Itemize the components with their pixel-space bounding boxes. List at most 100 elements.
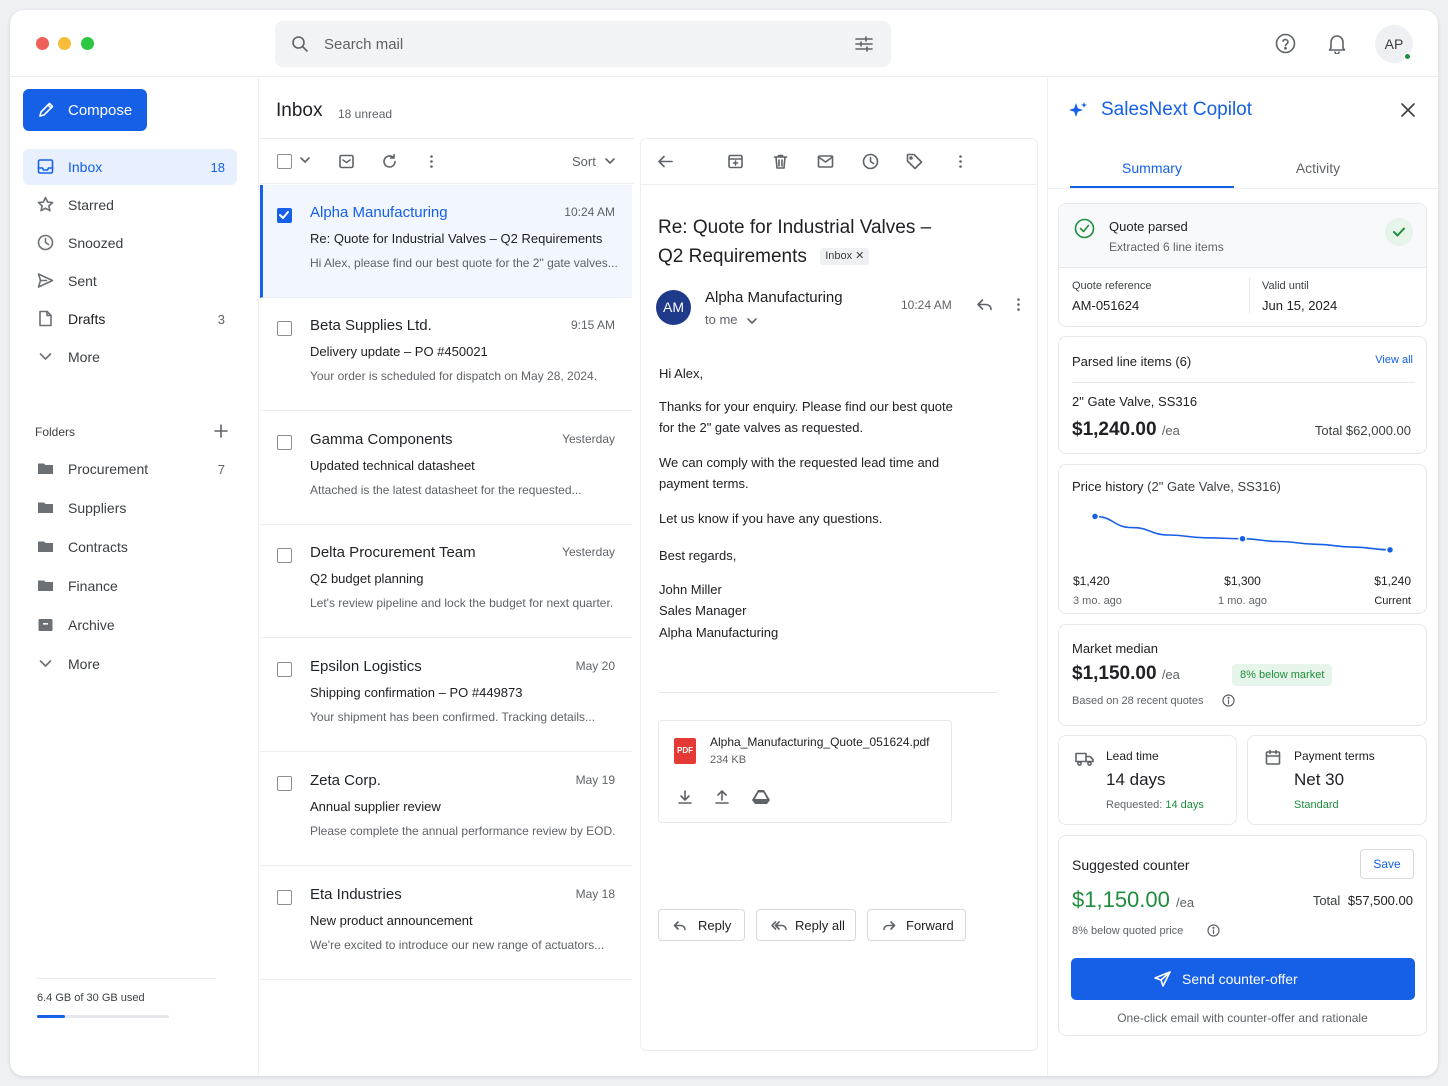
minimize-window-button[interactable] [58, 37, 71, 50]
folder-archive[interactable]: Archive [23, 607, 237, 643]
tab-activity[interactable]: Activity [1236, 150, 1400, 188]
row-checkbox[interactable] [277, 548, 292, 563]
reply-arrow-icon[interactable] [976, 296, 993, 313]
more-vertical-icon[interactable] [1010, 296, 1027, 313]
row-checkbox[interactable] [277, 208, 292, 223]
add-folder-icon[interactable] [214, 424, 228, 438]
upload-icon[interactable] [714, 789, 730, 805]
archive-icon[interactable] [727, 153, 744, 170]
reply-all-button[interactable]: Reply all [756, 909, 856, 941]
sidebar-item-drafts[interactable]: Drafts 3 [23, 301, 237, 337]
remove-label-icon[interactable]: ✕ [855, 250, 864, 262]
select-all-checkbox[interactable] [277, 154, 292, 169]
list-item[interactable]: Alpha Manufacturing 10:24 AM Re: Quote f… [260, 185, 632, 298]
folder-procurement[interactable]: Procurement 7 [23, 451, 237, 487]
list-item[interactable]: Gamma Components Yesterday Updated techn… [260, 412, 632, 525]
sidebar-item-starred[interactable]: Starred [23, 187, 237, 223]
mail-icon[interactable] [817, 153, 834, 170]
info-icon[interactable] [1207, 924, 1220, 937]
list-item[interactable]: Epsilon Logistics May 20 Shipping confir… [260, 639, 632, 752]
help-icon[interactable] [1275, 33, 1296, 54]
compose-button[interactable]: Compose [23, 89, 147, 131]
chevron-down-icon[interactable] [298, 153, 312, 167]
price-point[interactable] [1238, 534, 1247, 543]
market-price-value: $1,150.00 [1072, 663, 1157, 684]
price-point[interactable] [1090, 512, 1100, 521]
status-header [1059, 204, 1426, 268]
market-median-card: Market median $1,150.00 /ea 8% below mar… [1058, 624, 1427, 726]
close-window-button[interactable] [36, 37, 49, 50]
message-subject: Delivery update – PO #450021 [310, 344, 488, 359]
reply-button[interactable]: Reply [658, 909, 745, 941]
divider [641, 184, 1037, 185]
forward-button[interactable]: Forward [867, 909, 966, 941]
maximize-window-button[interactable] [81, 37, 94, 50]
price-point-label: $1,240 [1374, 574, 1411, 588]
folder-finance[interactable]: Finance [23, 568, 237, 604]
row-checkbox[interactable] [277, 890, 292, 905]
tab-summary[interactable]: Summary [1070, 150, 1234, 188]
compose-label: Compose [68, 102, 133, 119]
valid-until-value: Jun 15, 2024 [1262, 298, 1338, 313]
tag-icon[interactable] [906, 153, 923, 170]
message-sender: Zeta Corp. [310, 772, 381, 789]
row-checkbox[interactable] [277, 662, 292, 677]
close-icon[interactable] [1400, 102, 1416, 118]
bell-icon[interactable] [1327, 33, 1347, 54]
email-subject-line-2-text: Q2 Requirements [658, 246, 807, 267]
storage-bar-fill [37, 1015, 66, 1018]
sidebar-item-inbox[interactable]: Inbox 18 [23, 149, 237, 185]
parsed-items-title: Parsed line items (6) [1072, 354, 1192, 369]
star-icon [37, 196, 54, 213]
snooze-clock-icon[interactable] [862, 153, 879, 170]
send-counter-offer-button[interactable]: Send counter-offer [1071, 958, 1415, 1000]
chevron-down-icon[interactable] [746, 315, 758, 327]
view-all-link[interactable]: View all [1375, 354, 1413, 366]
row-checkbox[interactable] [277, 776, 292, 791]
download-icon[interactable] [677, 789, 693, 805]
sort-label: Sort [572, 154, 596, 169]
reply-label: Reply [698, 918, 732, 933]
folder-contracts[interactable]: Contracts [23, 529, 237, 565]
recipient-toggle[interactable]: to me [705, 312, 738, 327]
folders-more[interactable]: More [23, 646, 237, 682]
price-point[interactable] [1385, 545, 1395, 555]
counter-total: Total $57,500.00 [1313, 893, 1413, 908]
archive-box-icon [37, 616, 54, 633]
row-checkbox[interactable] [277, 435, 292, 450]
price-point-label: $1,420 [1073, 574, 1110, 588]
folder-suppliers[interactable]: Suppliers [23, 490, 237, 526]
list-item[interactable]: Zeta Corp. May 19 Annual supplier review… [260, 753, 632, 866]
sidebar-item-sent[interactable]: Sent [23, 263, 237, 299]
back-arrow-icon[interactable] [657, 153, 674, 170]
chevron-down-icon [37, 655, 54, 672]
quote-reference-value: AM-051624 [1072, 298, 1140, 313]
list-item[interactable]: Eta Industries May 18 New product announ… [260, 867, 632, 980]
forward-label: Forward [906, 918, 954, 933]
price-point-label: $1,300 [1224, 574, 1261, 588]
filter-sliders-icon[interactable] [855, 35, 873, 53]
mark-read-icon[interactable] [338, 153, 355, 170]
list-item[interactable]: Beta Supplies Ltd. 9:15 AM Delivery upda… [260, 298, 632, 411]
lead-time-value: 14 days [1106, 770, 1166, 789]
row-checkbox[interactable] [277, 321, 292, 336]
drive-icon[interactable] [752, 789, 770, 805]
sidebar-item-more[interactable]: More [23, 339, 237, 375]
email-subject-line-1: Re: Quote for Industrial Valves – [658, 217, 932, 238]
sort-button[interactable]: Sort [572, 154, 596, 169]
info-icon[interactable] [1222, 694, 1235, 707]
chevron-down-icon[interactable] [604, 155, 616, 167]
refresh-icon[interactable] [381, 153, 398, 170]
more-vertical-icon[interactable] [423, 153, 440, 170]
avatar[interactable]: AP [1375, 25, 1413, 63]
more-vertical-icon[interactable] [952, 153, 969, 170]
save-button[interactable]: Save [1360, 849, 1414, 879]
list-item[interactable]: Delta Procurement Team Yesterday Q2 budg… [260, 525, 632, 638]
search-bar[interactable]: Search mail [275, 21, 891, 67]
trash-icon[interactable] [772, 153, 789, 170]
check-circle-icon [1074, 218, 1095, 239]
inbox-label-chip[interactable]: Inbox ✕ [820, 248, 870, 265]
pdf-file-icon: PDF [674, 738, 696, 764]
sidebar-item-snoozed[interactable]: Snoozed [23, 225, 237, 261]
attachment-card[interactable]: PDF Alpha_Manufacturing_Quote_051624.pdf… [658, 720, 952, 823]
